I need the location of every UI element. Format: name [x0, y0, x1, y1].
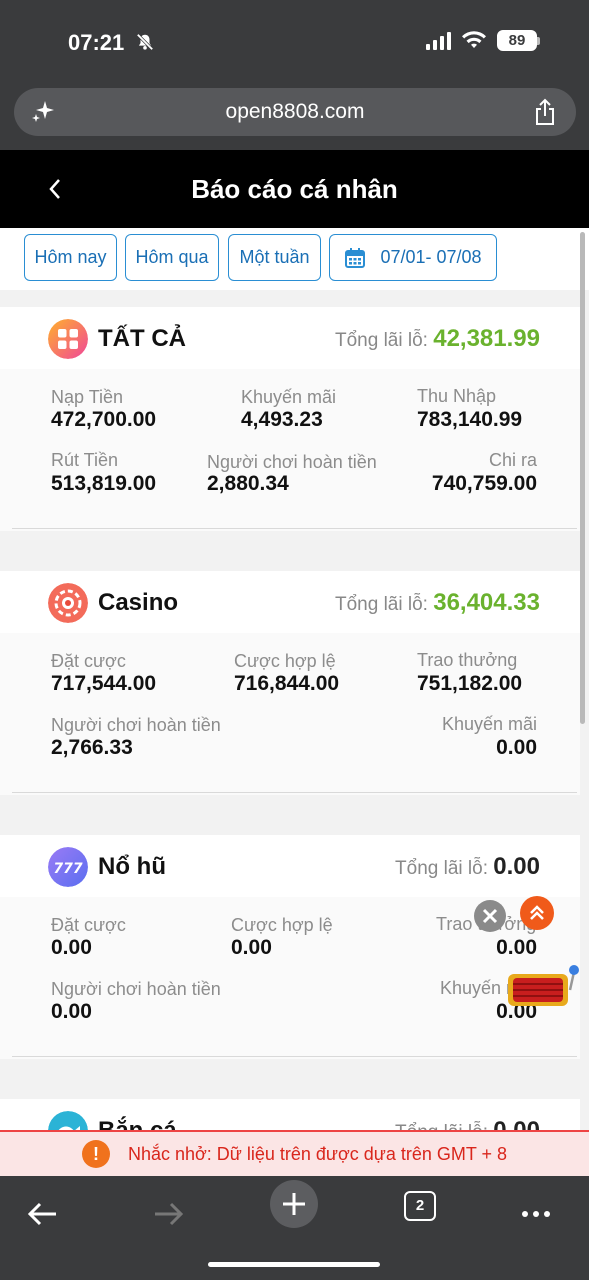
card-divider: [12, 1056, 577, 1057]
award-value: 0.00: [496, 936, 537, 959]
calendar-icon: [345, 247, 366, 268]
rebate-value: 0.00: [51, 1000, 92, 1023]
summary-card-fishing: Bắn cá Tổng lãi lỗ: 0.00: [0, 1099, 580, 1130]
tabs-count-button[interactable]: 2: [404, 1191, 436, 1221]
date-range-button[interactable]: 07/01- 07/08: [329, 234, 497, 281]
deposit-label: Nạp Tiền: [51, 387, 124, 407]
income-value: 783,140.99: [417, 408, 523, 431]
card-title: TẤT CẢ: [98, 325, 186, 352]
page-title: Báo cáo cá nhân: [191, 174, 398, 204]
svg-text:777: 777: [53, 861, 82, 877]
card-header: Bắn cá Tổng lãi lỗ: 0.00: [0, 1099, 580, 1130]
rebate-label: Người chơi hoàn tiền: [207, 452, 377, 472]
award-value: 751,182.00: [417, 672, 523, 695]
total-profit-label: Tổng lãi lỗ:: [334, 594, 428, 615]
total-profit-value: 36,404.33: [433, 589, 540, 616]
valid-bet-label: Cược hợp lệ: [231, 915, 333, 935]
total-profit-label: Tổng lãi lỗ:: [334, 330, 428, 351]
scrollbar[interactable]: [580, 232, 585, 724]
award-label: Trao thưởng: [417, 650, 518, 670]
double-chevron-up-icon: [530, 905, 544, 920]
rebate-value: 2,880.34: [207, 472, 289, 495]
valid-bet-label: Cược hợp lệ: [234, 651, 336, 671]
app-header: Báo cáo cá nhân: [0, 150, 589, 228]
home-indicator: [208, 1262, 380, 1267]
withdraw-value: 513,819.00: [51, 472, 157, 495]
total-profit-label: Tổng lãi lỗ:: [395, 858, 488, 879]
grid-apps-icon: [48, 319, 88, 359]
filter-today-button[interactable]: Hôm nay: [24, 234, 117, 281]
card-title: Casino: [98, 589, 179, 616]
promo-label: Khuyến mãi: [441, 714, 537, 734]
income-label: Thu Nhập: [417, 386, 497, 406]
bet-value: 0.00: [51, 936, 92, 959]
bell-muted-icon: [136, 33, 154, 51]
bet-value: 717,544.00: [51, 672, 157, 695]
date-filter-bar: Hôm nay Hôm qua Một tuần 07/01- 07/08: [0, 228, 589, 290]
reminder-banner: ! Nhắc nhở: Dữ liệu trên được dựa trên G…: [0, 1130, 589, 1176]
warning-icon: !: [81, 1140, 110, 1168]
close-float-button[interactable]: [474, 900, 506, 932]
summary-card-casino: Casino Tổng lãi lỗ: 36,404.33 Đặt cược 7…: [0, 571, 580, 795]
status-time: 07:21: [68, 30, 125, 55]
browser-top-chrome: 07:21 89 open8808.com: [0, 0, 589, 150]
status-indicators: 89: [426, 30, 540, 51]
bet-label: Đặt cược: [51, 651, 126, 671]
fish-icon: [48, 1111, 88, 1130]
withdraw-label: Rút Tiền: [51, 450, 119, 470]
total-profit: Tổng lãi lỗ: 42,381.99: [335, 325, 540, 353]
total-profit: Tổng lãi lỗ: 0.00: [395, 1117, 540, 1130]
total-profit-value: 0.00: [493, 853, 540, 880]
valid-bet-value: 716,844.00: [234, 672, 340, 695]
rebate-value: 2,766.33: [51, 736, 133, 759]
more-options-icon[interactable]: [518, 1192, 554, 1236]
rebate-label: Người chơi hoàn tiền: [51, 715, 221, 735]
total-profit-value: 42,381.99: [433, 325, 540, 352]
date-range-label: 07/01- 07/08: [380, 247, 482, 267]
card-divider: [12, 792, 577, 793]
expense-value: 740,759.00: [431, 472, 537, 495]
promo-value: 4,493.23: [241, 408, 323, 431]
summary-card-all: TẤT CẢ Tổng lãi lỗ: 42,381.99 Nạp Tiền 4…: [0, 307, 580, 531]
forward-arrow-icon[interactable]: [151, 1192, 187, 1236]
scroll-to-top-button[interactable]: [520, 896, 554, 930]
url-bar[interactable]: open8808.com: [14, 88, 576, 136]
wifi-icon: [462, 30, 486, 48]
valid-bet-value: 0.00: [231, 936, 272, 959]
deposit-value: 472,700.00: [51, 408, 157, 431]
card-header: TẤT CẢ Tổng lãi lỗ: 42,381.99: [0, 307, 580, 369]
card-header: Casino Tổng lãi lỗ: 36,404.33: [0, 571, 580, 633]
cellular-signal-icon: [426, 31, 451, 50]
url-text[interactable]: open8808.com: [14, 100, 576, 124]
total-profit: Tổng lãi lỗ: 36,404.33: [335, 589, 540, 617]
total-profit-label: Tổng lãi lỗ:: [395, 1122, 488, 1130]
reminder-text: Nhắc nhở: Dữ liệu trên được dựa trên GMT…: [127, 1143, 508, 1164]
card-title: Bắn cá: [98, 1117, 177, 1130]
total-profit-value: 0.00: [493, 1117, 540, 1130]
filter-yesterday-button[interactable]: Hôm qua: [125, 234, 219, 281]
filter-week-button[interactable]: Một tuần: [228, 234, 321, 281]
new-tab-plus-icon[interactable]: [270, 1180, 318, 1228]
expense-label: Chi ra: [488, 450, 537, 470]
close-icon: [482, 908, 498, 924]
summary-card-slots: 777 Nổ hũ Tổng lãi lỗ: 0.00 Đặt cược 0.0…: [0, 835, 580, 1059]
total-profit: Tổng lãi lỗ: 0.00: [395, 853, 540, 881]
card-divider: [12, 528, 577, 529]
promo-value: 0.00: [496, 736, 537, 759]
card-title: Nổ hũ: [98, 853, 166, 880]
slot-machine-float-icon[interactable]: [504, 964, 580, 1010]
share-icon[interactable]: [532, 98, 558, 126]
slot-777-icon: 777: [48, 847, 88, 887]
promo-label: Khuyến mãi: [241, 387, 337, 407]
bet-label: Đặt cược: [51, 915, 126, 935]
battery-indicator: 89: [497, 30, 540, 51]
card-header: 777 Nổ hũ Tổng lãi lỗ: 0.00: [0, 835, 580, 897]
casino-chip-icon: [48, 583, 88, 623]
rebate-label: Người chơi hoàn tiền: [51, 979, 221, 999]
back-arrow-icon[interactable]: [24, 1192, 60, 1236]
